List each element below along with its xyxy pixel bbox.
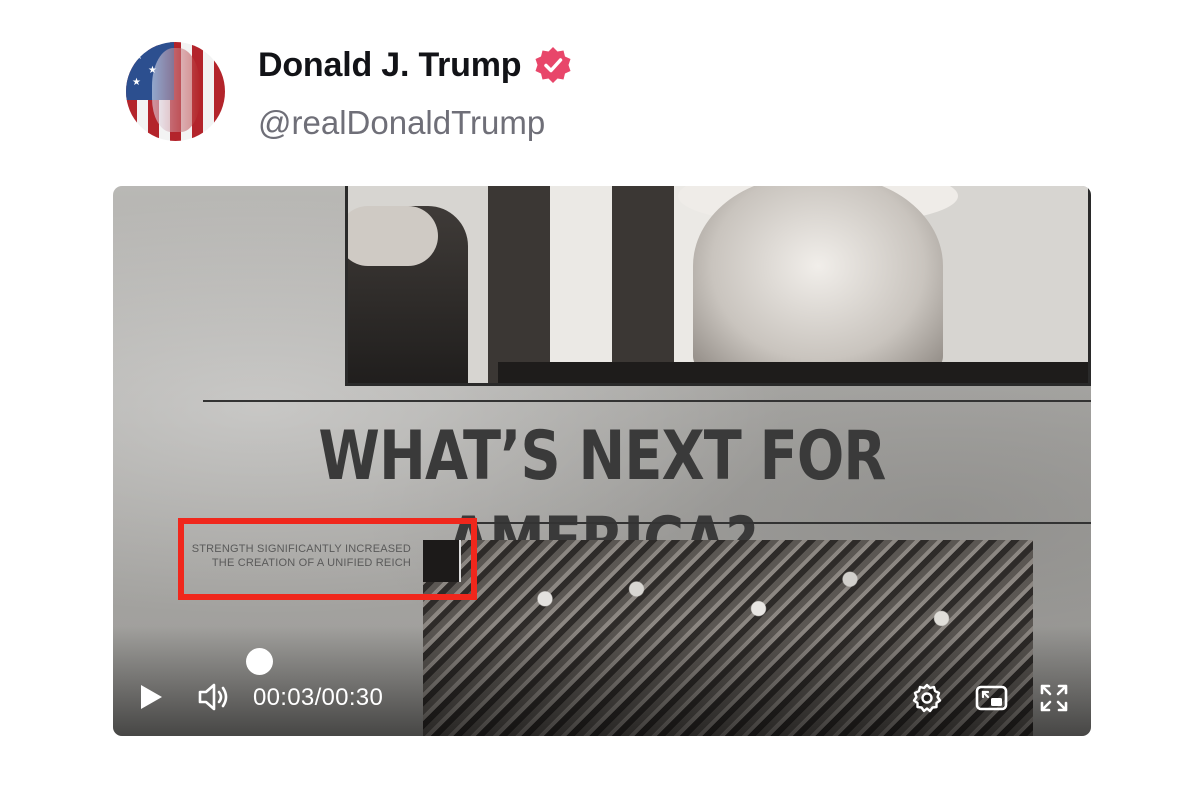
current-time: 00:03 bbox=[253, 684, 315, 711]
fullscreen-button[interactable] bbox=[1038, 682, 1070, 714]
video-player[interactable]: WHAT’S NEXT FOR AMERICA? STRENGTH SIGNIF… bbox=[113, 186, 1091, 736]
profile-name-row: Donald J. Trump bbox=[258, 44, 573, 86]
newspaper-rule-top bbox=[203, 400, 1091, 402]
gear-icon bbox=[912, 683, 942, 713]
raised-arm bbox=[348, 206, 468, 383]
volume-icon bbox=[198, 683, 228, 711]
avatar-face bbox=[152, 48, 200, 132]
verified-badge-icon bbox=[535, 47, 571, 83]
avatar-star: ★ bbox=[132, 77, 141, 88]
time-display: 00:03/00:30 bbox=[253, 684, 383, 712]
video-frame-top-photo bbox=[345, 186, 1091, 386]
progress-scrubber[interactable] bbox=[246, 648, 273, 675]
controls-gradient bbox=[113, 626, 1091, 736]
time-separator: / bbox=[314, 684, 322, 711]
highlight-box bbox=[178, 518, 477, 600]
profile-handle[interactable]: @realDonaldTrump bbox=[258, 104, 545, 142]
avatar-star: ★ bbox=[134, 51, 143, 62]
play-icon bbox=[141, 685, 162, 709]
profile-name[interactable]: Donald J. Trump bbox=[258, 46, 522, 85]
picture-in-picture-icon bbox=[975, 685, 1008, 711]
duration: 00:30 bbox=[321, 684, 384, 711]
avatar[interactable]: ★ ★ ★ bbox=[126, 42, 225, 141]
raised-hand bbox=[348, 206, 438, 266]
volume-button[interactable] bbox=[197, 682, 231, 712]
subject-suit bbox=[498, 362, 1088, 383]
subject-head bbox=[693, 186, 943, 376]
play-button[interactable] bbox=[137, 682, 165, 712]
picture-in-picture-button[interactable] bbox=[975, 684, 1009, 712]
fullscreen-icon bbox=[1040, 684, 1068, 712]
settings-button[interactable] bbox=[911, 682, 943, 714]
